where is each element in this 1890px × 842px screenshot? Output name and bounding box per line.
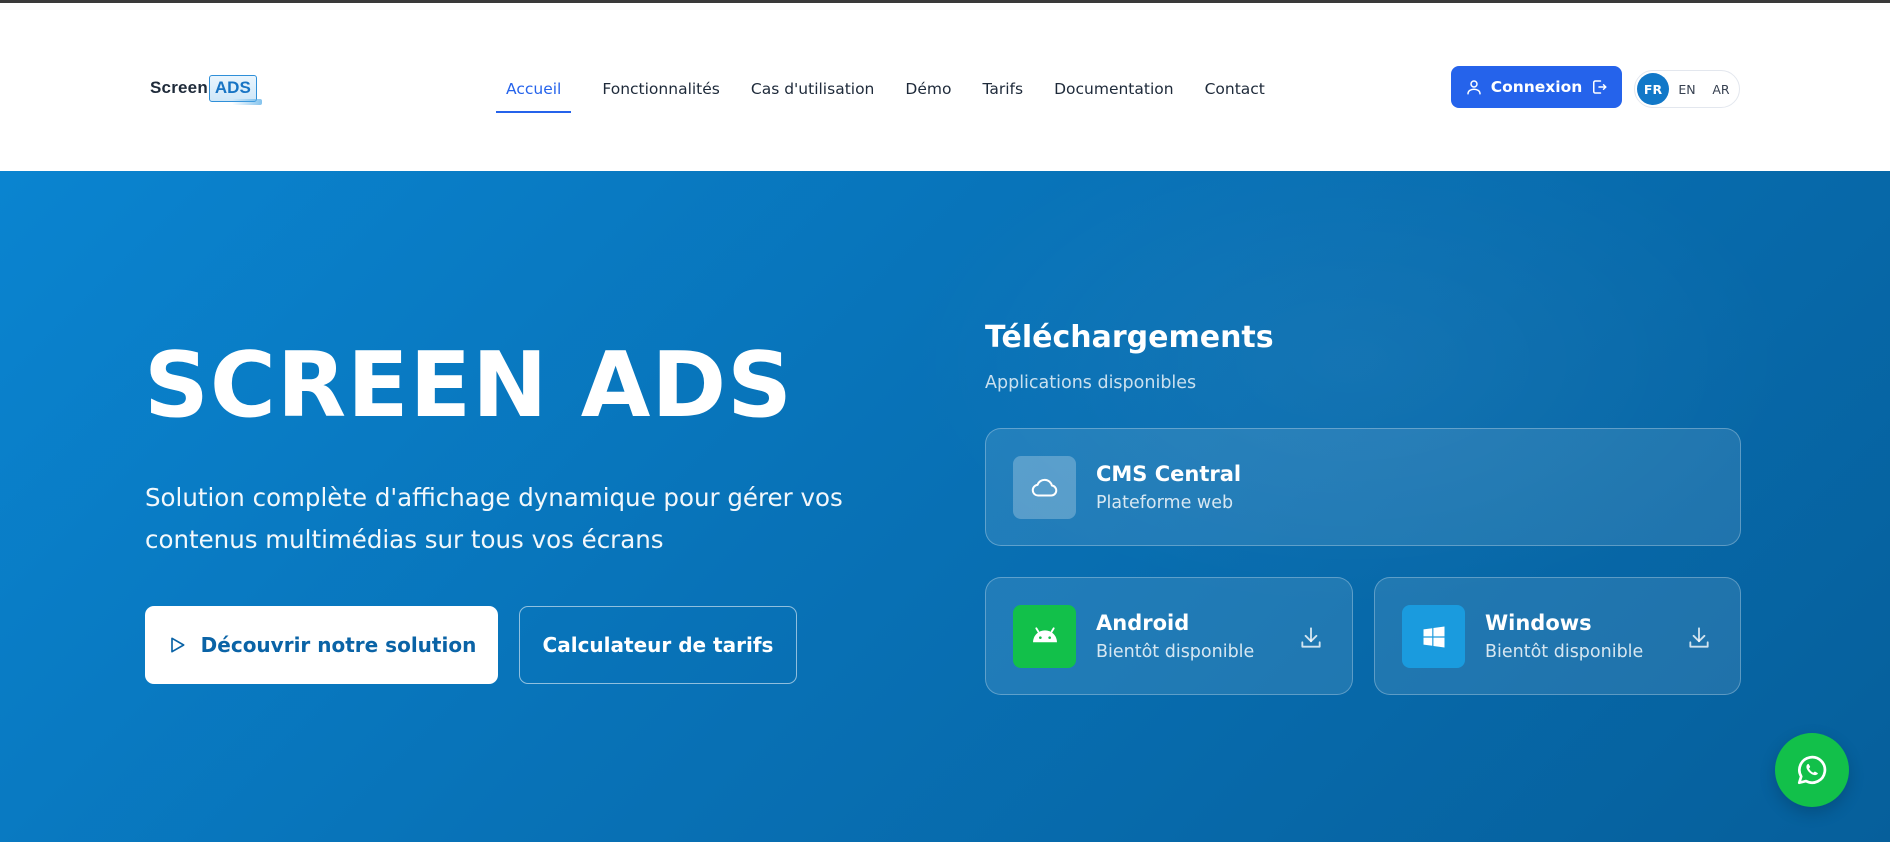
android-icon: [1013, 605, 1076, 668]
discover-label: Découvrir notre solution: [200, 633, 477, 657]
main-nav: Accueil Fonctionnalités Cas d'utilisatio…: [496, 65, 1296, 113]
card-desc: Plateforme web: [1096, 493, 1234, 513]
card-name: Windows: [1485, 611, 1592, 635]
nav-item-contact[interactable]: Contact: [1205, 65, 1265, 113]
user-icon: [1466, 80, 1481, 95]
logo[interactable]: Screen ADS: [150, 69, 262, 107]
login-button[interactable]: Connexion: [1451, 66, 1622, 108]
card-name: Android: [1096, 611, 1190, 635]
lang-ar[interactable]: AR: [1705, 73, 1737, 105]
whatsapp-icon: [1797, 755, 1827, 785]
play-icon: [170, 637, 185, 653]
nav-item-documentation[interactable]: Documentation: [1054, 65, 1174, 113]
nav-item-accueil[interactable]: Accueil: [496, 65, 572, 113]
site-header: Screen ADS Accueil Fonctionnalités Cas d…: [0, 3, 1890, 171]
nav-item-tarifs[interactable]: Tarifs: [982, 65, 1023, 113]
hero-section: SCREEN ADS Solution complète d'affichage…: [0, 171, 1890, 842]
discover-button[interactable]: Découvrir notre solution: [145, 606, 498, 684]
lang-fr[interactable]: FR: [1637, 73, 1669, 105]
downloads-subtitle: Applications disponibles: [985, 373, 1197, 393]
download-card-android[interactable]: Android Bientôt disponible: [985, 577, 1353, 695]
logo-boxed-text: ADS: [208, 74, 262, 105]
lang-en[interactable]: EN: [1671, 73, 1703, 105]
card-desc: Bientôt disponible: [1485, 642, 1644, 662]
downloads-title: Téléchargements: [985, 320, 1274, 355]
card-desc: Bientôt disponible: [1096, 642, 1255, 662]
download-card-windows[interactable]: Windows Bientôt disponible: [1374, 577, 1741, 695]
logo-text: Screen: [150, 78, 208, 97]
card-name: CMS Central: [1096, 462, 1242, 486]
download-card-cms[interactable]: CMS Central Plateforme web: [985, 428, 1741, 546]
nav-item-cas-utilisation[interactable]: Cas d'utilisation: [751, 65, 875, 113]
hero-subtitle: Solution complète d'affichage dynamique …: [145, 483, 843, 554]
language-switcher: FR EN AR: [1634, 70, 1740, 108]
whatsapp-button[interactable]: [1775, 733, 1849, 807]
login-label: Connexion: [1490, 78, 1583, 96]
pricing-calculator-button[interactable]: Calculateur de tarifs: [519, 606, 797, 684]
cloud-icon: [1013, 456, 1076, 519]
login-arrow-icon: [1593, 80, 1607, 94]
hero-title: SCREEN ADS: [144, 333, 793, 438]
download-icon[interactable]: [1686, 625, 1712, 651]
nav-item-fonctionnalites[interactable]: Fonctionnalités: [602, 65, 720, 113]
download-icon[interactable]: [1298, 625, 1324, 651]
nav-item-demo[interactable]: Démo: [905, 65, 951, 113]
windows-icon: [1402, 605, 1465, 668]
